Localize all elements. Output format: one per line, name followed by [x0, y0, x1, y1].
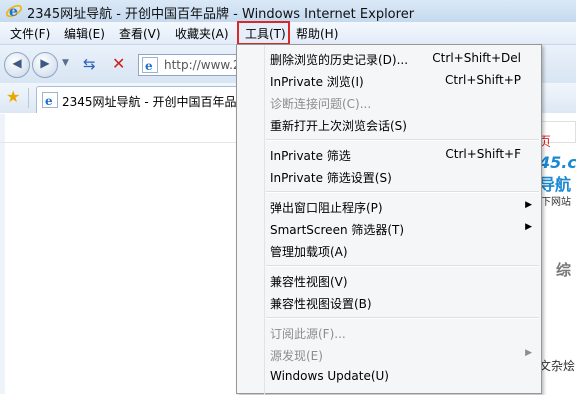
site-slogan: 下网站 [541, 197, 571, 208]
menu-item-label: SmartScreen 筛选器(T) [270, 223, 405, 237]
menu-item-shortcut: Ctrl+Shift+F [445, 147, 521, 161]
menu-item-manage-addons[interactable]: 管理加载项(A) [237, 241, 541, 261]
svg-text:e: e [9, 4, 18, 20]
menu-tools-highlight[interactable]: 工具(T) [237, 21, 290, 45]
site-logo-text[interactable]: 45.con [541, 153, 576, 172]
back-button[interactable]: ◀ [4, 52, 30, 78]
menu-separator [266, 139, 539, 141]
menu-item-label: InPrivate 筛选设置(S) [270, 171, 392, 185]
menu-tools[interactable]: 工具(T) [245, 25, 286, 42]
page-content-visible-strip: 页 45.con 导航 下网站 综 文杂烩 [541, 113, 576, 394]
menu-item-delete-history[interactable]: 删除浏览的历史记录(D)... Ctrl+Shift+Del [237, 49, 541, 69]
menu-item-diagnose-connection: 诊断连接问题(C)... [237, 93, 541, 113]
menu-view[interactable]: 查看(V) [119, 25, 161, 42]
tools-menu: 删除浏览的历史记录(D)... Ctrl+Shift+Del InPrivate… [236, 44, 542, 395]
favorites-star-icon[interactable]: ★ [6, 87, 20, 106]
svg-text:e: e [45, 94, 53, 108]
forward-arrow-icon: ▶ [40, 56, 50, 70]
svg-text:e: e [145, 59, 153, 73]
menu-favorites[interactable]: 收藏夹(A) [175, 25, 229, 42]
menu-item-compat-view-settings[interactable]: 兼容性视图设置(B) [237, 293, 541, 313]
ie-logo-icon: e [5, 4, 23, 20]
tab-active[interactable]: e 2345网址导航 - 开创中国百年品牌 [36, 86, 249, 113]
menu-help[interactable]: 帮助(H) [296, 25, 338, 42]
stop-icon[interactable]: ✕ [112, 54, 125, 73]
menu-item-label: 兼容性视图设置(B) [270, 297, 372, 311]
menu-item-label: InPrivate 浏览(I) [270, 75, 364, 89]
history-dropdown-icon[interactable]: ▼ [62, 58, 69, 68]
submenu-arrow-icon: ▶ [525, 200, 532, 210]
page-ie-icon: e [142, 57, 158, 73]
tab-title: 2345网址导航 - 开创中国百年品牌 [62, 95, 249, 109]
page-link-text[interactable]: 文杂烩 [541, 357, 575, 374]
menu-item-label: 兼容性视图(V) [270, 275, 348, 289]
menu-item-compat-view[interactable]: 兼容性视图(V) [237, 271, 541, 291]
menu-separator [266, 265, 539, 267]
forward-button[interactable]: ▶ [32, 52, 58, 78]
menu-item-popup-blocker[interactable]: 弹出窗口阻止程序(P) ▶ [237, 197, 541, 217]
submenu-arrow-icon: ▶ [525, 348, 532, 358]
menu-separator [266, 317, 539, 319]
menu-item-shortcut: Ctrl+Shift+P [445, 73, 521, 87]
menu-item-windows-update[interactable]: Windows Update(U) [237, 367, 541, 387]
menu-item-label: InPrivate 筛选 [270, 149, 351, 163]
menu-item-inprivate-filter-settings[interactable]: InPrivate 筛选设置(S) [237, 167, 541, 187]
page-search-box[interactable]: 页 [541, 121, 576, 150]
menu-file[interactable]: 文件(F) [10, 25, 50, 42]
menu-item-label: 诊断连接问题(C)... [270, 97, 372, 111]
content-divider [0, 142, 236, 143]
page-red-text: 页 [541, 135, 552, 150]
back-arrow-icon: ◀ [12, 56, 22, 70]
content-left-edge [0, 114, 5, 394]
menu-edit[interactable]: 编辑(E) [64, 25, 105, 42]
window-title: 2345网址导航 - 开创中国百年品牌 - Windows Internet E… [27, 7, 415, 22]
menu-separator [266, 191, 539, 193]
menu-item-label: 弹出窗口阻止程序(P) [270, 201, 383, 215]
submenu-arrow-icon: ▶ [525, 222, 532, 232]
menu-item-subscribe-feed: 订阅此源(F)... [237, 323, 541, 343]
menu-item-label: 重新打开上次浏览会话(S) [270, 119, 407, 133]
refresh-icon[interactable]: ⇆ [83, 55, 96, 73]
menu-item-reopen-session[interactable]: 重新打开上次浏览会话(S) [237, 115, 541, 135]
page-heading-char: 综 [556, 261, 572, 279]
menu-item-smartscreen[interactable]: SmartScreen 筛选器(T) ▶ [237, 219, 541, 239]
address-url: http://www.2 [164, 58, 241, 72]
menu-item-shortcut: Ctrl+Shift+Del [432, 51, 521, 65]
menu-item-label: 删除浏览的历史记录(D)... [270, 53, 409, 67]
title-bar: e 2345网址导航 - 开创中国百年品牌 - Windows Internet… [0, 0, 576, 22]
menu-item-inprivate-filter[interactable]: InPrivate 筛选 Ctrl+Shift+F [237, 145, 541, 165]
menu-item-label: Windows Update(U) [270, 369, 389, 383]
menu-item-label: 管理加载项(A) [270, 245, 348, 259]
toolbar-separator [28, 88, 29, 108]
menu-item-label: 订阅此源(F)... [270, 327, 346, 341]
tab-ie-icon: e [42, 92, 58, 108]
menu-item-label: 源发现(E) [270, 349, 323, 363]
site-logo-subtext[interactable]: 导航 [541, 171, 571, 195]
address-bar[interactable]: e http://www.2 [138, 54, 250, 76]
menu-item-feed-discovery: 源发现(E) ▶ [237, 345, 541, 365]
menu-item-inprivate-browsing[interactable]: InPrivate 浏览(I) Ctrl+Shift+P [237, 71, 541, 91]
